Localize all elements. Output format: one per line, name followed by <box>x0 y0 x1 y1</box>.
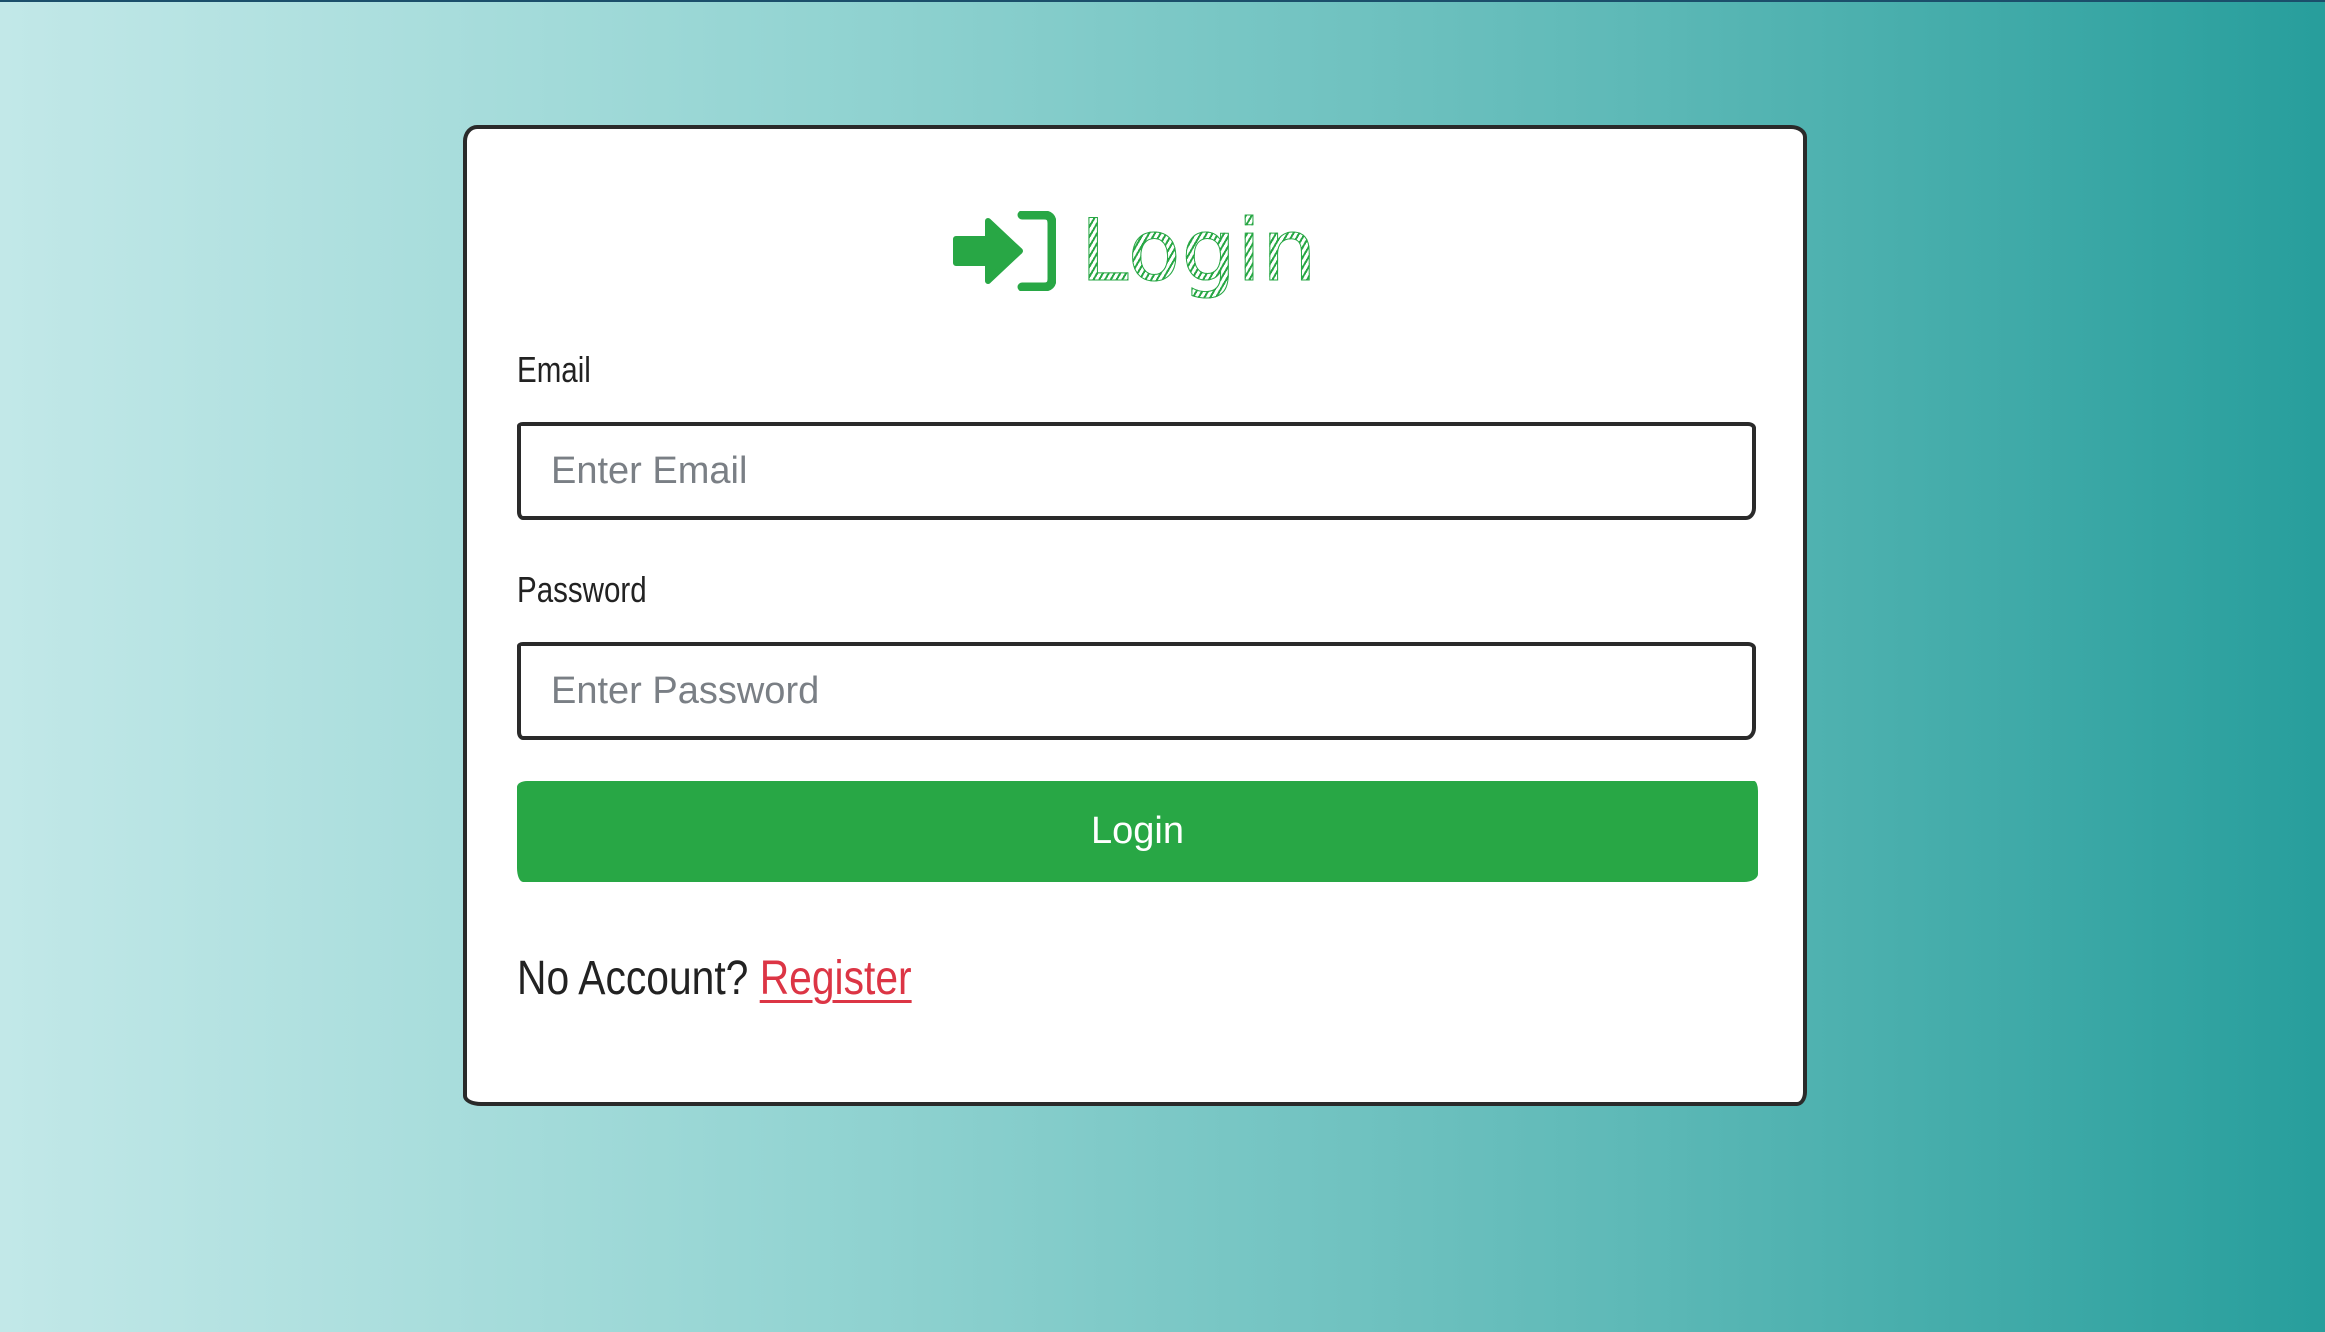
register-prompt: No Account? Register <box>517 951 912 1006</box>
password-label: Password <box>517 569 647 610</box>
login-button[interactable]: Login <box>517 781 1758 882</box>
page-title: Login <box>1080 201 1318 302</box>
email-label: Email <box>517 349 591 390</box>
email-field[interactable] <box>517 422 1756 520</box>
sign-in-icon <box>953 211 1057 291</box>
login-card: Login Email Password Login No Account? R… <box>463 125 1807 1106</box>
password-field[interactable] <box>517 642 1756 740</box>
register-link[interactable]: Register <box>760 952 912 1005</box>
login-header: Login <box>467 191 1803 311</box>
no-account-text: No Account? <box>517 952 749 1005</box>
